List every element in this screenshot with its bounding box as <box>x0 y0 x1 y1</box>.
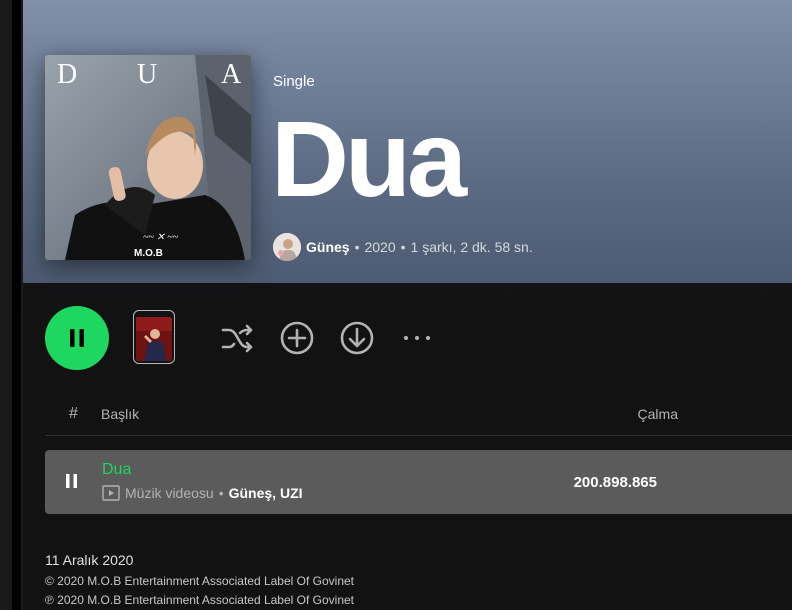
separator-dot: • <box>218 485 224 501</box>
svg-text:~~ ✕ ~~: ~~ ✕ ~~ <box>143 232 179 243</box>
cover-art-image: ~~ ✕ ~~ M.O.B D U A <box>45 55 251 260</box>
pause-icon <box>70 329 84 347</box>
column-title[interactable]: Başlık <box>101 406 139 422</box>
release-year: 2020 <box>364 239 396 255</box>
column-number: # <box>69 405 78 422</box>
track-plays: 200.898.865 <box>573 474 657 491</box>
album-header: ~~ ✕ ~~ M.O.B D U A Single Dua Güneş • 2… <box>23 0 792 283</box>
now-playing-video-button[interactable] <box>133 310 175 364</box>
copyright-c: © 2020 M.O.B Entertainment Associated La… <box>45 574 355 588</box>
column-plays[interactable]: Çalma <box>638 406 678 422</box>
download-icon <box>340 321 374 355</box>
release-date: 11 Aralık 2020 <box>45 552 134 568</box>
pause-icon <box>66 474 77 488</box>
separator-dot: • <box>354 239 360 255</box>
shuffle-icon <box>221 324 253 353</box>
release-info: 11 Aralık 2020 © 2020 M.O.B Entertainmen… <box>45 552 354 610</box>
copyright-p: ℗ 2020 M.O.B Entertainment Associated La… <box>45 593 355 607</box>
cover-letter: U <box>137 59 157 90</box>
track-table-header: # Başlık Çalma <box>45 396 792 436</box>
track-summary: 1 şarkı, 2 dk. 58 sn. <box>410 239 533 255</box>
more-icon <box>404 336 430 340</box>
shuffle-button[interactable] <box>219 320 255 356</box>
music-video-icon <box>102 485 120 501</box>
cover-label-logo: M.O.B <box>134 248 163 259</box>
action-bar <box>45 306 785 370</box>
row-pause-button[interactable] <box>65 473 79 494</box>
album-cover[interactable]: ~~ ✕ ~~ M.O.B D U A <box>45 55 251 260</box>
main-view: ~~ ✕ ~~ M.O.B D U A Single Dua Güneş • 2… <box>23 0 792 610</box>
artist-avatar[interactable] <box>273 233 301 261</box>
more-options-button[interactable] <box>399 320 435 356</box>
artist-link[interactable]: Güneş <box>306 239 350 255</box>
video-thumbnail <box>136 317 172 361</box>
track-title[interactable]: Dua <box>102 461 131 479</box>
add-to-library-button[interactable] <box>279 320 315 356</box>
track-type: Müzik videosu <box>125 485 214 501</box>
sidebar-edge <box>0 0 23 610</box>
pause-button[interactable] <box>45 306 109 370</box>
cover-letter: D <box>57 59 77 90</box>
page-title: Dua <box>271 98 467 219</box>
resize-handle[interactable] <box>12 0 21 610</box>
separator-dot: • <box>400 239 406 255</box>
album-meta: Güneş • 2020 • 1 şarkı, 2 dk. 58 sn. <box>273 233 533 261</box>
add-circle-icon <box>280 321 314 355</box>
cover-letter: A <box>221 59 242 90</box>
track-artists[interactable]: Güneş, UZI <box>229 485 303 501</box>
download-button[interactable] <box>339 320 375 356</box>
table-row[interactable]: Dua Müzik videosu • Güneş, UZI 200.898.8… <box>45 450 792 514</box>
track-subtitle: Müzik videosu • Güneş, UZI <box>102 485 303 501</box>
release-type: Single <box>273 73 315 90</box>
